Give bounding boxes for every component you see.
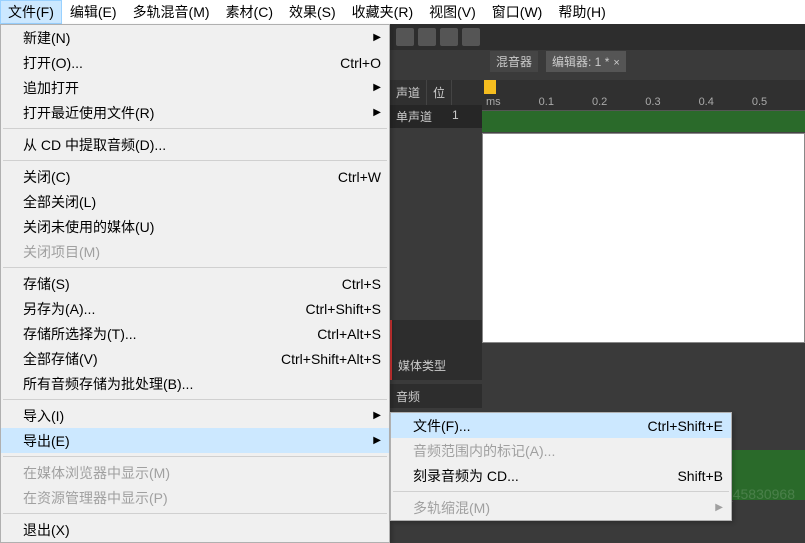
menu-show-media-browser: 在媒体浏览器中显示(M) bbox=[1, 460, 389, 485]
track-header-column: 声道位 单声道 1 bbox=[390, 80, 482, 128]
col-channel: 声道 bbox=[390, 80, 427, 105]
chevron-right-icon: ▶ bbox=[373, 410, 381, 421]
timeline: ms0.10.20.30.40.5 bbox=[482, 80, 805, 343]
tab-mixer[interactable]: 混音器 bbox=[490, 51, 538, 72]
menu-view[interactable]: 视图(V) bbox=[421, 0, 484, 24]
separator bbox=[3, 399, 387, 400]
menu-recent[interactable]: 打开最近使用文件(R)▶ bbox=[1, 100, 389, 125]
export-burn-cd[interactable]: 刻录音频为 CD...Shift+B bbox=[391, 463, 731, 488]
chevron-right-icon: ▶ bbox=[373, 435, 381, 446]
menu-import[interactable]: 导入(I)▶ bbox=[1, 403, 389, 428]
tool-button[interactable] bbox=[440, 28, 458, 46]
menu-close-unused[interactable]: 关闭未使用的媒体(U) bbox=[1, 214, 389, 239]
menu-close[interactable]: 关闭(C)Ctrl+W bbox=[1, 164, 389, 189]
export-mixdown: 多轨缩混(M)▶ bbox=[391, 495, 731, 520]
menu-multitrack[interactable]: 多轨混音(M) bbox=[125, 0, 218, 24]
panel-tabs: 混音器 编辑器: 1 *× bbox=[490, 50, 626, 72]
menu-clip[interactable]: 素材(C) bbox=[218, 0, 281, 24]
export-file[interactable]: 文件(F)...Ctrl+Shift+E bbox=[391, 413, 731, 438]
separator bbox=[3, 128, 387, 129]
menu-save-all[interactable]: 全部存储(V)Ctrl+Shift+Alt+S bbox=[1, 346, 389, 371]
separator bbox=[3, 267, 387, 268]
menu-window[interactable]: 窗口(W) bbox=[484, 0, 551, 24]
time-ruler[interactable]: ms0.10.20.30.40.5 bbox=[482, 94, 805, 111]
separator bbox=[3, 160, 387, 161]
tool-button[interactable] bbox=[462, 28, 480, 46]
col-pos: 位 bbox=[427, 80, 452, 105]
toolbar bbox=[390, 24, 805, 50]
menu-close-all[interactable]: 全部关闭(L) bbox=[1, 189, 389, 214]
menu-export[interactable]: 导出(E)▶ bbox=[1, 428, 389, 453]
menu-save-as[interactable]: 另存为(A)...Ctrl+Shift+S bbox=[1, 296, 389, 321]
chevron-right-icon: ▶ bbox=[373, 107, 381, 118]
tool-button[interactable] bbox=[396, 28, 414, 46]
separator bbox=[393, 491, 729, 492]
menu-extract-cd[interactable]: 从 CD 中提取音频(D)... bbox=[1, 132, 389, 157]
menu-save-selection[interactable]: 存储所选择为(T)...Ctrl+Alt+S bbox=[1, 321, 389, 346]
file-menu: 新建(N)▶ 打开(O)...Ctrl+O 追加打开▶ 打开最近使用文件(R)▶… bbox=[0, 24, 390, 543]
tab-editor[interactable]: 编辑器: 1 *× bbox=[546, 51, 626, 72]
track-mono-label: 单声道 bbox=[396, 108, 432, 125]
media-type-label: 媒体类型 bbox=[398, 357, 446, 374]
track-mono-val: 1 bbox=[452, 108, 459, 125]
menu-favorites[interactable]: 收藏夹(R) bbox=[344, 0, 421, 24]
separator bbox=[3, 456, 387, 457]
playhead-marker[interactable] bbox=[484, 80, 496, 94]
chevron-right-icon: ▶ bbox=[373, 82, 381, 93]
tool-button[interactable] bbox=[418, 28, 436, 46]
audio-track[interactable] bbox=[482, 111, 805, 133]
menu-save-batch[interactable]: 所有音频存储为批处理(B)... bbox=[1, 371, 389, 396]
waveform-area[interactable] bbox=[482, 133, 805, 343]
menu-edit[interactable]: 编辑(E) bbox=[62, 0, 125, 24]
menu-effects[interactable]: 效果(S) bbox=[281, 0, 344, 24]
chevron-right-icon: ▶ bbox=[715, 502, 723, 513]
menu-save[interactable]: 存储(S)Ctrl+S bbox=[1, 271, 389, 296]
media-panel: 媒体类型 bbox=[390, 320, 482, 380]
menubar: 文件(F) 编辑(E) 多轨混音(M) 素材(C) 效果(S) 收藏夹(R) 视… bbox=[0, 0, 805, 24]
menu-exit[interactable]: 退出(X) bbox=[1, 517, 389, 542]
menu-append-open[interactable]: 追加打开▶ bbox=[1, 75, 389, 100]
menu-file[interactable]: 文件(F) bbox=[0, 0, 62, 24]
chevron-right-icon: ▶ bbox=[373, 32, 381, 43]
menu-close-project: 关闭项目(M) bbox=[1, 239, 389, 264]
audio-panel-label: 音频 bbox=[390, 384, 482, 408]
menu-show-explorer: 在资源管理器中显示(P) bbox=[1, 485, 389, 510]
export-submenu: 文件(F)...Ctrl+Shift+E 音频范围内的标记(A)... 刻录音频… bbox=[390, 412, 732, 521]
menu-help[interactable]: 帮助(H) bbox=[550, 0, 613, 24]
menu-new[interactable]: 新建(N)▶ bbox=[1, 25, 389, 50]
close-icon[interactable]: × bbox=[613, 57, 619, 69]
export-markers: 音频范围内的标记(A)... bbox=[391, 438, 731, 463]
menu-open[interactable]: 打开(O)...Ctrl+O bbox=[1, 50, 389, 75]
